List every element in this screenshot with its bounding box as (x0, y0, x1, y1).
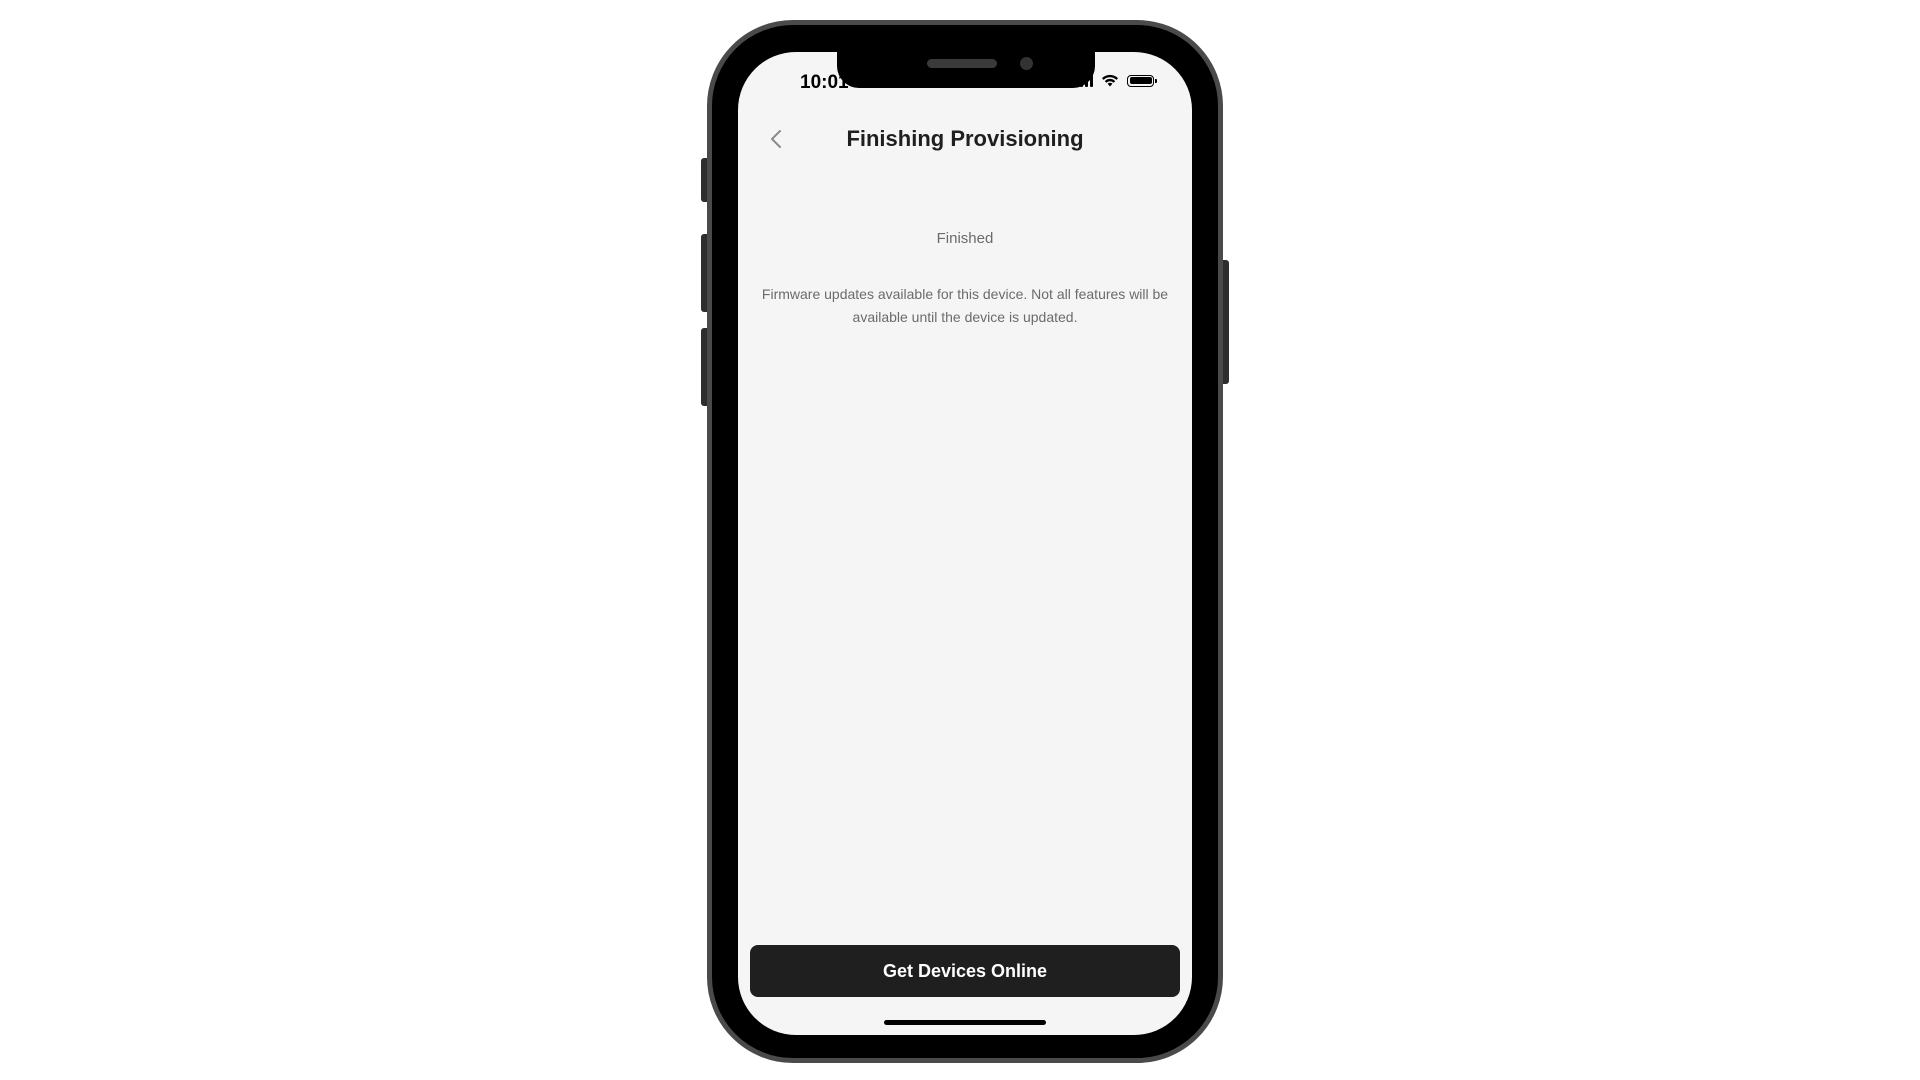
wifi-icon (1102, 74, 1118, 87)
notch (837, 52, 1095, 88)
front-camera (1020, 57, 1033, 70)
phone-screen: 10:01 Finishing Provisioning Finished Fi… (738, 52, 1192, 1035)
nav-bar: Finishing Provisioning (738, 112, 1192, 164)
battery-icon (1127, 74, 1157, 87)
speaker-grille (927, 59, 997, 68)
firmware-update-message: Firmware updates available for this devi… (761, 286, 1169, 325)
status-icons (1075, 74, 1157, 87)
provisioning-status: Finished (936, 230, 994, 247)
signal-icon (1075, 74, 1093, 87)
page-title: Finishing Provisioning (846, 126, 1084, 151)
home-indicator[interactable] (884, 1020, 1046, 1025)
get-devices-online-button[interactable]: Get Devices Online (750, 945, 1180, 997)
battery-level (1129, 77, 1152, 84)
status-time: 10:01 (800, 72, 849, 93)
